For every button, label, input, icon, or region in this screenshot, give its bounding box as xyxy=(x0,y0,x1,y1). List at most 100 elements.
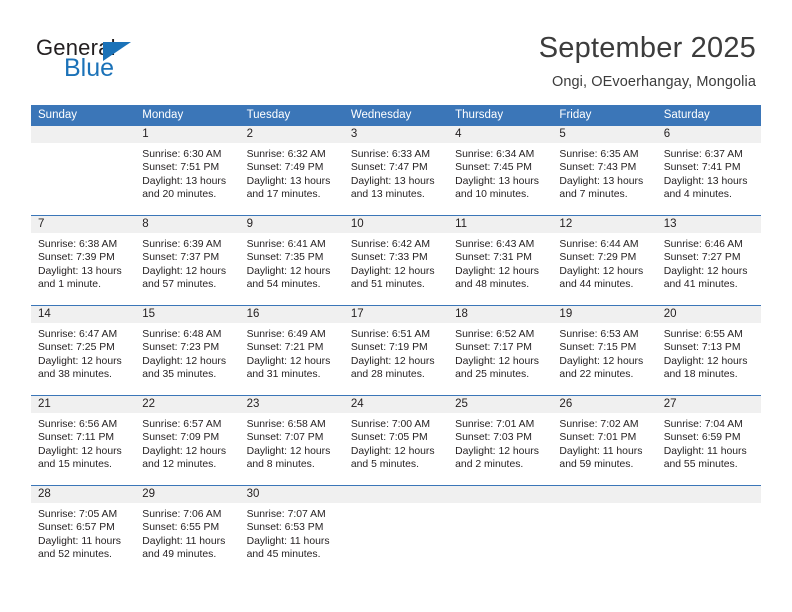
daylight-duration-line2: and 17 minutes. xyxy=(246,189,321,201)
daylight-duration-line1: Daylight: 12 hours xyxy=(246,265,331,277)
daylight-duration-line2: and 49 minutes. xyxy=(142,549,217,561)
calendar-day-cell[interactable]: 8 Sunrise: 6:39 AM Sunset: 7:37 PM Daylight… xyxy=(135,216,240,305)
day-number: 26 xyxy=(552,396,657,413)
daylight-duration-line2: and 10 minutes. xyxy=(455,189,530,201)
day-number: 11 xyxy=(448,216,553,233)
calendar-day-cell[interactable]: 19 Sunrise: 6:53 AM Sunset: 7:15 PM Dayligh… xyxy=(552,306,657,395)
sunset-time: Sunset: 7:21 PM xyxy=(246,342,324,354)
calendar-day-cell[interactable]: 10 Sunrise: 6:42 AM Sunset: 7:33 PM Dayligh… xyxy=(343,216,449,305)
daylight-duration-line2: and 20 minutes. xyxy=(142,189,217,201)
day-number: 20 xyxy=(656,306,761,323)
daylight-duration-line1: Daylight: 13 hours xyxy=(246,175,331,187)
calendar-day-cell-empty xyxy=(343,486,449,575)
sunrise-time: Sunrise: 7:05 AM xyxy=(38,509,118,520)
daylight-duration-line2: and 57 minutes. xyxy=(142,279,217,291)
calendar-day-cell[interactable]: 4 Sunrise: 6:34 AM Sunset: 7:45 PM Daylight… xyxy=(448,126,553,215)
daylight-duration-line2: and 45 minutes. xyxy=(246,549,321,561)
calendar-day-cell[interactable]: 18 Sunrise: 6:52 AM Sunset: 7:17 PM Dayligh… xyxy=(448,306,553,395)
calendar-day-cell[interactable]: 12 Sunrise: 6:44 AM Sunset: 7:29 PM Dayligh… xyxy=(552,216,657,305)
daylight-duration-line2: and 48 minutes. xyxy=(455,279,530,291)
calendar-day-cell[interactable]: 7 Sunrise: 6:38 AM Sunset: 7:39 PM Daylight… xyxy=(31,216,136,305)
calendar-day-cell-empty xyxy=(552,486,657,575)
daylight-duration-line2: and 8 minutes. xyxy=(246,459,315,471)
daylight-duration-line2: and 31 minutes. xyxy=(246,369,321,381)
calendar-day-cell[interactable]: 5 Sunrise: 6:35 AM Sunset: 7:43 PM Daylight… xyxy=(552,126,657,215)
page-subtitle: Ongi, OEvoerhangay, Mongolia xyxy=(551,74,756,90)
day-sun-info: Sunrise: 6:53 AM Sunset: 7:15 PM Daylight:… xyxy=(552,323,656,382)
day-number: 22 xyxy=(135,396,240,413)
calendar-day-cell[interactable]: 25 Sunrise: 7:01 AM Sunset: 7:03 PM Dayligh… xyxy=(448,396,553,485)
sunset-time: Sunset: 6:57 PM xyxy=(38,522,115,534)
weekday-header-saturday: Saturday xyxy=(663,109,710,121)
calendar-day-cell[interactable]: 23 Sunrise: 6:58 AM Sunset: 7:07 PM Dayligh… xyxy=(239,396,344,485)
sunrise-time: Sunrise: 6:33 AM xyxy=(350,149,430,160)
calendar-day-cell[interactable]: 13 Sunrise: 6:46 AM Sunset: 7:27 PM Dayligh… xyxy=(656,216,761,305)
calendar-day-cell[interactable]: 20 Sunrise: 6:55 AM Sunset: 7:13 PM Dayligh… xyxy=(656,306,761,395)
calendar-day-cell[interactable]: 6 Sunrise: 6:37 AM Sunset: 7:41 PM Daylight… xyxy=(656,126,761,215)
calendar-day-cell[interactable]: 26 Sunrise: 7:02 AM Sunset: 7:01 PM Dayligh… xyxy=(552,396,657,485)
sunset-time: Sunset: 7:49 PM xyxy=(246,162,324,174)
daylight-duration-line2: and 38 minutes. xyxy=(38,369,112,381)
calendar-day-cell[interactable]: 1 Sunrise: 6:30 AM Sunset: 7:51 PM Daylight… xyxy=(135,126,240,215)
day-number: 25 xyxy=(448,396,553,413)
day-sun-info: Sunrise: 6:55 AM Sunset: 7:13 PM Daylight:… xyxy=(657,323,761,382)
daylight-duration-line2: and 54 minutes. xyxy=(246,279,321,291)
sunset-time: Sunset: 7:29 PM xyxy=(559,252,637,264)
sunset-time: Sunset: 7:37 PM xyxy=(142,252,220,264)
calendar-day-cell[interactable]: 11 Sunrise: 6:43 AM Sunset: 7:31 PM Dayligh… xyxy=(448,216,553,305)
calendar-day-cell[interactable]: 2 Sunrise: 6:32 AM Sunset: 7:49 PM Daylight… xyxy=(239,126,344,215)
sunrise-time: Sunrise: 6:55 AM xyxy=(663,329,743,340)
daylight-duration-line2: and 35 minutes. xyxy=(142,369,217,381)
calendar-day-cell[interactable]: 14 Sunrise: 6:47 AM Sunset: 7:25 PM Dayligh… xyxy=(31,306,136,395)
day-sun-info: Sunrise: 6:30 AM Sunset: 7:51 PM Daylight:… xyxy=(135,143,239,202)
sunrise-time: Sunrise: 6:32 AM xyxy=(246,149,326,160)
calendar-day-cell[interactable]: 29 Sunrise: 7:06 AM Sunset: 6:55 PM Dayligh… xyxy=(135,486,240,575)
daylight-duration-line2: and 41 minutes. xyxy=(663,279,738,291)
daylight-duration-line1: Daylight: 12 hours xyxy=(663,265,748,277)
daylight-duration-line2: and 18 minutes. xyxy=(663,369,738,381)
day-number: 14 xyxy=(31,306,136,323)
daylight-duration-line1: Daylight: 12 hours xyxy=(663,355,748,367)
daylight-duration-line1: Daylight: 12 hours xyxy=(559,265,644,277)
sunrise-time: Sunrise: 6:43 AM xyxy=(455,239,535,250)
day-number: 3 xyxy=(343,126,449,143)
day-number xyxy=(31,126,136,143)
calendar-day-cell[interactable]: 28 Sunrise: 7:05 AM Sunset: 6:57 PM Dayligh… xyxy=(31,486,136,575)
day-sun-info: Sunrise: 6:44 AM Sunset: 7:29 PM Daylight:… xyxy=(552,233,656,292)
daylight-duration-line1: Daylight: 12 hours xyxy=(142,265,227,277)
sunrise-time: Sunrise: 6:53 AM xyxy=(559,329,639,340)
day-sun-info: Sunrise: 6:49 AM Sunset: 7:21 PM Daylight:… xyxy=(240,323,344,382)
calendar-day-cell[interactable]: 30 Sunrise: 7:07 AM Sunset: 6:53 PM Dayligh… xyxy=(239,486,344,575)
sunrise-time: Sunrise: 6:44 AM xyxy=(559,239,639,250)
day-number: 10 xyxy=(343,216,449,233)
sunset-time: Sunset: 7:19 PM xyxy=(350,342,428,354)
day-sun-info: Sunrise: 6:48 AM Sunset: 7:23 PM Daylight:… xyxy=(135,323,239,382)
day-sun-info: Sunrise: 6:57 AM Sunset: 7:09 PM Daylight:… xyxy=(135,413,239,472)
daylight-duration-line2: and 55 minutes. xyxy=(663,459,738,471)
daylight-duration-line2: and 51 minutes. xyxy=(350,279,425,291)
sunset-time: Sunset: 7:23 PM xyxy=(142,342,220,354)
day-number: 15 xyxy=(135,306,240,323)
calendar-day-cell[interactable]: 21 Sunrise: 6:56 AM Sunset: 7:11 PM Dayligh… xyxy=(31,396,136,485)
calendar-day-cell[interactable]: 22 Sunrise: 6:57 AM Sunset: 7:09 PM Dayligh… xyxy=(135,396,240,485)
daylight-duration-line1: Daylight: 12 hours xyxy=(246,355,331,367)
sunset-time: Sunset: 7:51 PM xyxy=(142,162,220,174)
daylight-duration-line1: Daylight: 11 hours xyxy=(663,445,747,457)
sunrise-time: Sunrise: 7:01 AM xyxy=(455,419,535,430)
calendar-day-cell[interactable]: 17 Sunrise: 6:51 AM Sunset: 7:19 PM Dayligh… xyxy=(343,306,449,395)
day-sun-info: Sunrise: 7:06 AM Sunset: 6:55 PM Daylight:… xyxy=(135,503,239,562)
sunrise-time: Sunrise: 6:56 AM xyxy=(38,419,118,430)
daylight-duration-line1: Daylight: 12 hours xyxy=(38,355,122,367)
sunset-time: Sunset: 7:15 PM xyxy=(559,342,637,354)
calendar-day-cell[interactable]: 16 Sunrise: 6:49 AM Sunset: 7:21 PM Dayligh… xyxy=(239,306,344,395)
sunrise-time: Sunrise: 6:46 AM xyxy=(663,239,743,250)
sunset-time: Sunset: 7:05 PM xyxy=(350,432,428,444)
sunset-time: Sunset: 7:39 PM xyxy=(38,252,115,264)
general-blue-logo[interactable]: General Blue xyxy=(36,36,226,84)
calendar-day-cell[interactable]: 3 Sunrise: 6:33 AM Sunset: 7:47 PM Daylight… xyxy=(343,126,449,215)
calendar-day-cell[interactable]: 9 Sunrise: 6:41 AM Sunset: 7:35 PM Daylight… xyxy=(239,216,344,305)
calendar-day-cell[interactable]: 27 Sunrise: 7:04 AM Sunset: 6:59 PM Dayligh… xyxy=(656,396,761,485)
calendar-day-cell[interactable]: 15 Sunrise: 6:48 AM Sunset: 7:23 PM Dayligh… xyxy=(135,306,240,395)
calendar-week-row: 28 Sunrise: 7:05 AM Sunset: 6:57 PM Dayligh… xyxy=(31,485,761,575)
calendar-day-cell[interactable]: 24 Sunrise: 7:00 AM Sunset: 7:05 PM Dayligh… xyxy=(343,396,449,485)
